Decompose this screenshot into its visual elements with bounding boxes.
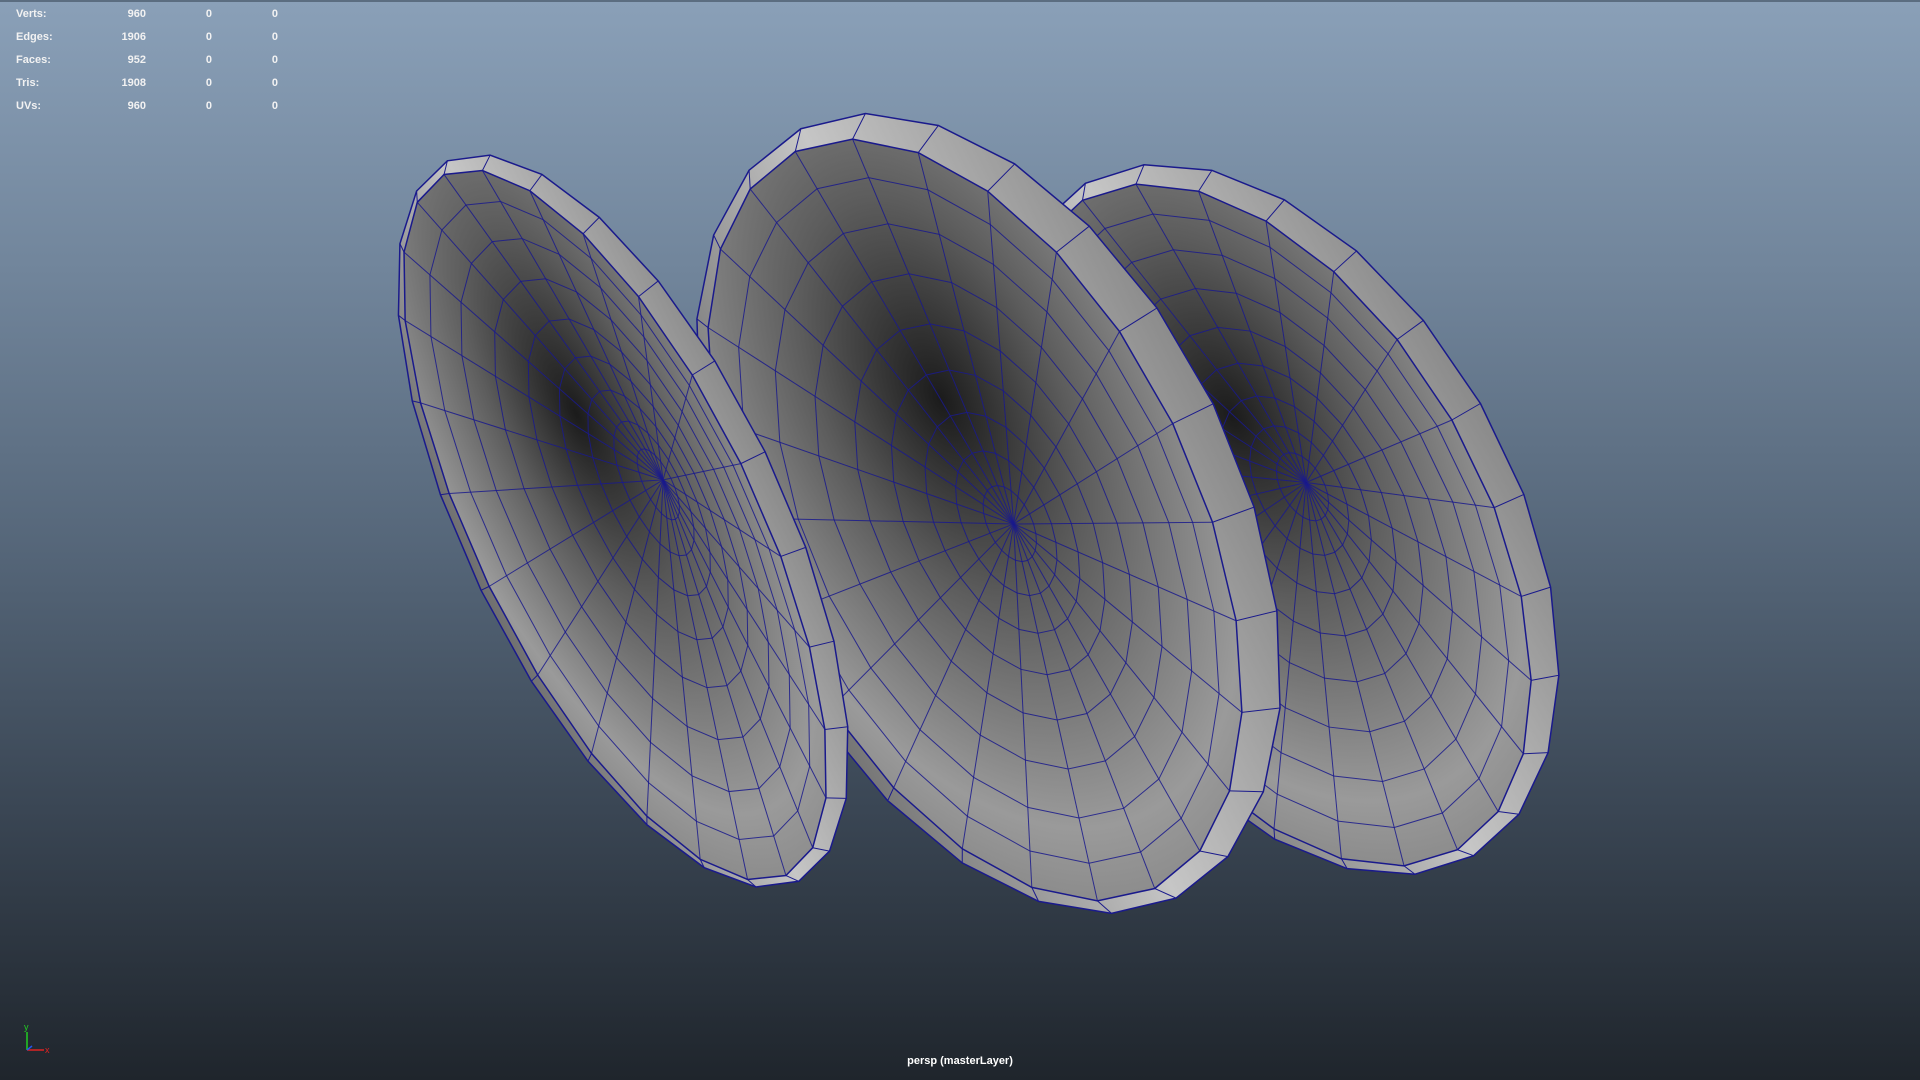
hud-stat-component: 0 [271,54,278,66]
hud-row: Verts: 960 0 0 [14,3,284,26]
hud-stat-selected: 0 [205,77,212,89]
hud-stat-label: Faces: [16,54,51,66]
hud-row: Tris: 1908 0 0 [14,72,284,95]
hud-stat-component: 0 [271,8,278,20]
axis-gizmo-icon: y x [24,1022,50,1054]
hud-stat-label: Edges: [16,31,53,43]
hud-stat-selected: 0 [205,31,212,43]
hud-stat-total: 960 [127,100,146,112]
hud-stat-component: 0 [271,31,278,43]
hud-stat-component: 0 [271,77,278,89]
scene-geometry[interactable] [0,0,1920,1080]
hud-stat-selected: 0 [205,100,212,112]
hud-stat-total: 1908 [121,77,146,89]
hud-stat-component: 0 [271,100,278,112]
hud-stat-selected: 0 [205,54,212,66]
axis-x-label: x [45,1045,50,1054]
hud-stat-total: 952 [127,54,146,66]
hud-stat-label: Tris: [16,77,40,89]
hud-stat-selected: 0 [205,8,212,20]
hud-stat-label: Verts: [16,8,47,20]
hud-stat-label: UVs: [16,100,42,112]
hud-row: UVs: 960 0 0 [14,95,284,118]
hud-row: Edges: 1906 0 0 [14,26,284,49]
axis-y-label: y [24,1022,29,1032]
poly-count-hud: Verts: 960 0 0 Edges: 1906 0 0 Faces: 952 0 0 Tris: 1… [14,3,284,118]
hud-stat-total: 960 [127,8,146,20]
camera-name-label: persp (masterLayer) [907,1055,1013,1067]
hud-stat-total: 1906 [121,31,146,43]
hud-row: Faces: 952 0 0 [14,49,284,72]
maya-viewport[interactable]: Verts: 960 0 0 Edges: 1906 0 0 Faces: 952 0 0 Tris: 1… [0,0,1920,1080]
